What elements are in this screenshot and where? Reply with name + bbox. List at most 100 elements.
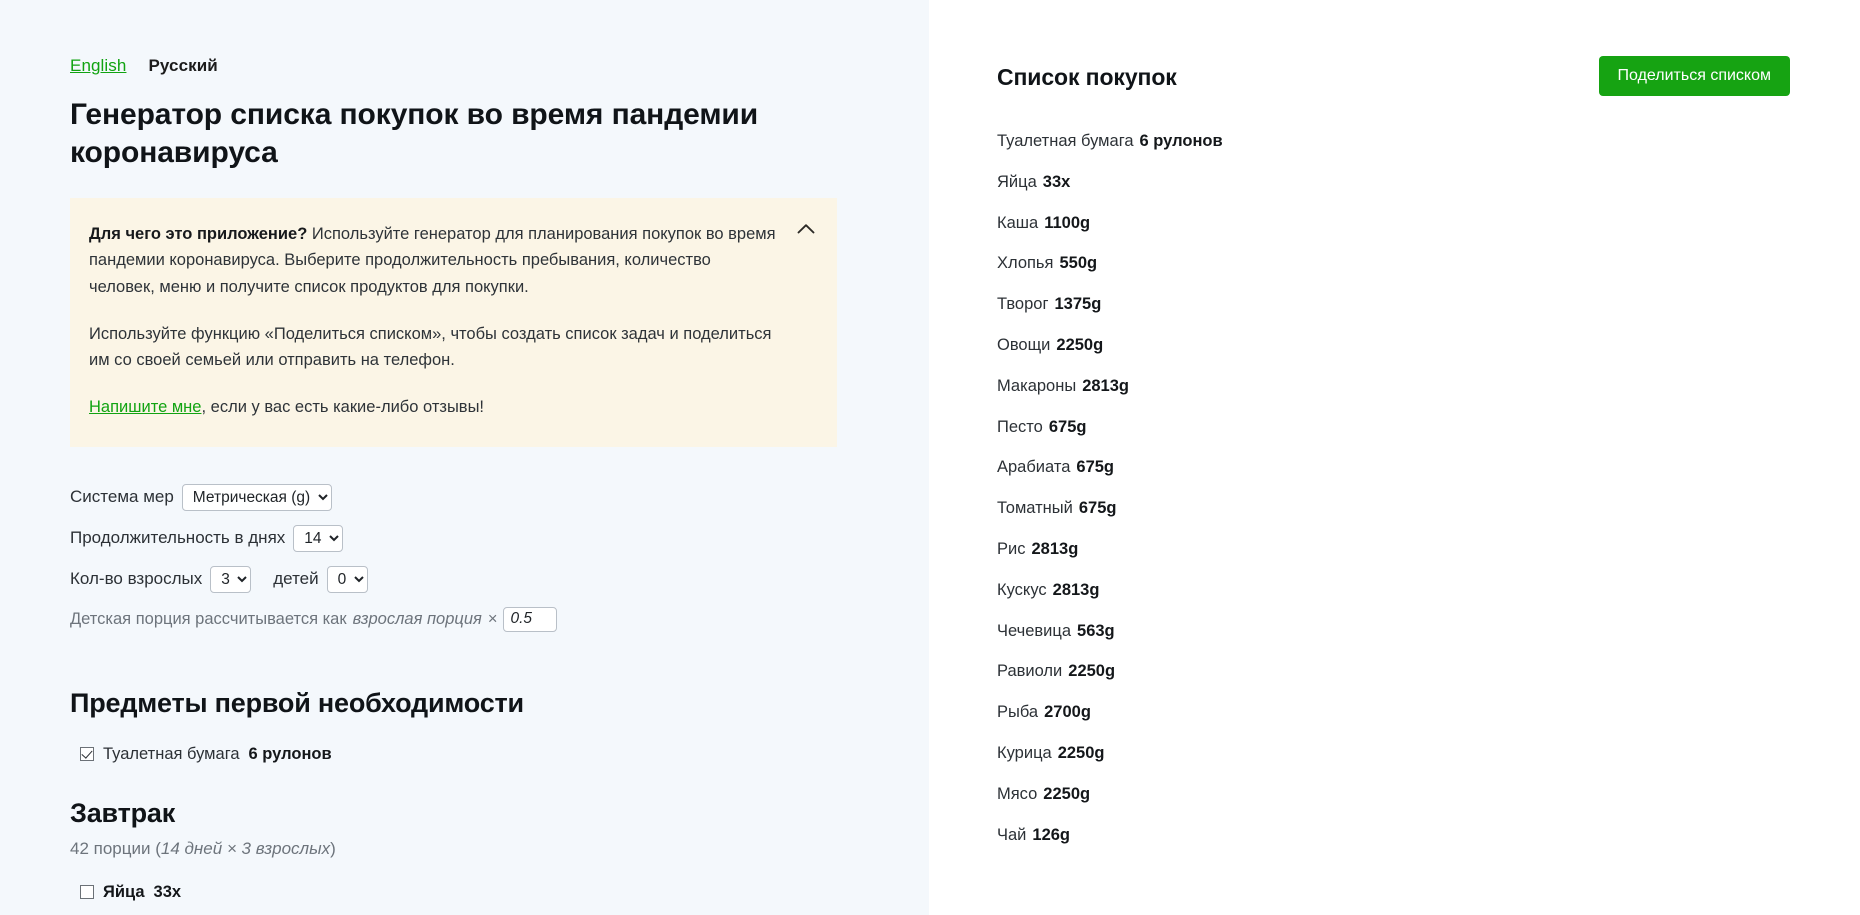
shopping-list-item-name: Кускус [997,580,1047,599]
info-box: Для чего это приложение? Используйте ген… [70,197,837,447]
units-label: Система мер [70,487,174,507]
shopping-list-item-amount: 126g [1032,825,1070,844]
info-lead-bold: Для чего это приложение? [89,224,308,243]
shopping-list-item-amount: 563g [1077,621,1115,640]
shopping-list-item: Томатный 675g [997,499,1790,519]
shopping-list-header: Список покупок Поделиться списком [997,56,1790,96]
info-paragraph-purpose: Для чего это приложение? Используйте ген… [89,221,779,301]
child-portion-italic: взрослая порция [352,609,482,628]
shopping-list-item: Хлопья 550g [997,254,1790,274]
chevron-up-glyph [797,224,815,234]
shopping-list-item-name: Творог [997,295,1049,314]
shopping-list-item-amount: 2700g [1044,703,1091,722]
shopping-list-item-name: Рыба [997,703,1039,722]
shopping-list-item-name: Томатный [997,499,1073,518]
days-row: Продолжительность в днях 14 [70,524,860,552]
shopping-list-item-amount: 33x [1042,172,1071,191]
adults-select[interactable]: 3 [210,565,252,593]
breakfast-item-name: Яйца [103,882,145,901]
essentials-item-row[interactable]: Туалетная бумага 6 рулонов [70,745,860,764]
units-row: Система мер Метрическая (g) [70,483,860,511]
child-portion-prefix: Детская порция рассчитывается как [70,609,347,628]
language-link-english[interactable]: English [70,56,126,76]
breakfast-item-amount: 33x [153,882,182,901]
shopping-list-item: Макароны 2813g [997,377,1790,397]
shopping-list-panel: Список покупок Поделиться списком Туалет… [929,0,1860,915]
shopping-list-item-name: Равиоли [997,662,1063,681]
shopping-list-heading: Список покупок [997,64,1177,90]
shopping-list-item: Каша 1100g [997,214,1790,234]
shopping-list-item-amount: 2250g [1056,335,1104,354]
shopping-list-item: Яйца 33x [997,173,1790,193]
shopping-list-item-name: Овощи [997,335,1051,354]
shopping-list-item: Чай 126g [997,826,1790,846]
shopping-list-item: Туалетная бумага 6 рулонов [997,132,1790,152]
shopping-list-item-name: Чечевица [997,621,1072,640]
share-list-button[interactable]: Поделиться списком [1598,56,1790,96]
generator-panel: English Русский Генератор списка покупок… [0,0,929,915]
days-select[interactable]: 14 [293,524,344,552]
shopping-list-items: Туалетная бумага 6 рулонов Яйца 33x Каша 1100… [997,132,1790,845]
people-row: Кол-во взрослых 3 детей 0 [70,565,860,593]
child-portion-times: × [487,609,498,628]
shopping-list-content: Список покупок Поделиться списком Туалет… [929,0,1860,845]
language-switcher: English Русский [70,56,860,76]
shopping-list-item-name: Курица [997,743,1052,762]
chevron-up-icon[interactable] [791,214,821,244]
essentials-list: Туалетная бумага 6 рулонов [70,745,860,764]
breakfast-list: Яйца 33x [70,883,860,902]
days-label: Продолжительность в днях [70,528,286,548]
shopping-list-item-amount: 2813g [1082,376,1129,395]
child-portion-hint-row: Детская порция рассчитывается как взросл… [70,606,860,632]
shopping-list-item-amount: 6 рулонов [1139,132,1223,150]
essentials-item-name: Туалетная бумага [103,744,240,763]
checkbox-icon[interactable] [80,885,94,900]
shopping-list-item: Рис 2813g [997,540,1790,560]
feedback-link[interactable]: Напишите мне [89,398,201,416]
child-portion-input[interactable] [503,606,558,632]
shopping-list-item: Творог 1375g [997,295,1790,315]
checkbox-icon[interactable] [80,747,94,762]
info-feedback-rest: , если у вас есть какие-либо отзывы! [201,398,485,417]
shopping-list-item-name: Рис [997,539,1026,558]
page-title: Генератор списка покупок во время пандем… [70,98,759,169]
shopping-list-item-name: Хлопья [997,254,1054,273]
shopping-list-item-name: Яйца [997,172,1037,191]
info-paragraph-feedback: Напишите мне, если у вас есть какие-либо… [89,394,779,421]
shopping-list-item-amount: 675g [1078,499,1117,518]
shopping-list-item-name: Макароны [997,376,1077,395]
shopping-list-item: Овощи 2250g [997,336,1790,356]
shopping-list-item-amount: 2250g [1068,662,1116,681]
shopping-list-item-amount: 2813g [1031,539,1079,558]
shopping-list-item: Песто 675g [997,418,1790,438]
shopping-list-item-name: Чай [997,825,1027,844]
breakfast-section-subtitle: 42 порции (14 дней × 3 взрослых) [70,839,860,859]
shopping-list-item: Арабиата 675g [997,458,1790,478]
shopping-list-item-amount: 675g [1048,417,1087,436]
shopping-list-item-name: Песто [997,417,1043,436]
shopping-list-item-amount: 675g [1076,458,1114,477]
shopping-list-item-name: Арабиата [997,458,1071,477]
shopping-list-item-amount: 550g [1059,254,1098,273]
children-select[interactable]: 0 [326,565,368,593]
shopping-list-item: Кускус 2813g [997,581,1790,601]
children-label: детей [273,569,319,589]
breakfast-item-row[interactable]: Яйца 33x [70,883,860,902]
breakfast-portions-suffix: ) [330,838,336,858]
shopping-list-item: Рыба 2700g [997,703,1790,723]
language-link-russian[interactable]: Русский [148,56,217,76]
app-root: English Русский Генератор списка покупок… [0,0,1860,915]
shopping-list-item-amount: 2250g [1057,743,1105,762]
info-paragraph-share: Используйте функцию «Поделиться списком»… [89,324,772,370]
shopping-list-item-amount: 2250g [1043,784,1091,803]
breakfast-portions-italic: 14 дней × 3 взрослых [160,838,331,858]
essentials-item-amount: 6 рулонов [248,744,332,763]
generator-content: English Русский Генератор списка покупок… [0,0,860,902]
shopping-list-item: Равиоли 2250g [997,662,1790,682]
essentials-section-title: Предметы первой необходимости [70,687,524,718]
shopping-list-item-amount: 1100g [1044,213,1091,232]
shopping-list-item: Чечевица 563g [997,622,1790,642]
shopping-list-item-name: Мясо [997,784,1038,803]
units-select[interactable]: Метрическая (g) [181,483,332,511]
breakfast-portions-prefix: 42 порции ( [70,838,161,858]
